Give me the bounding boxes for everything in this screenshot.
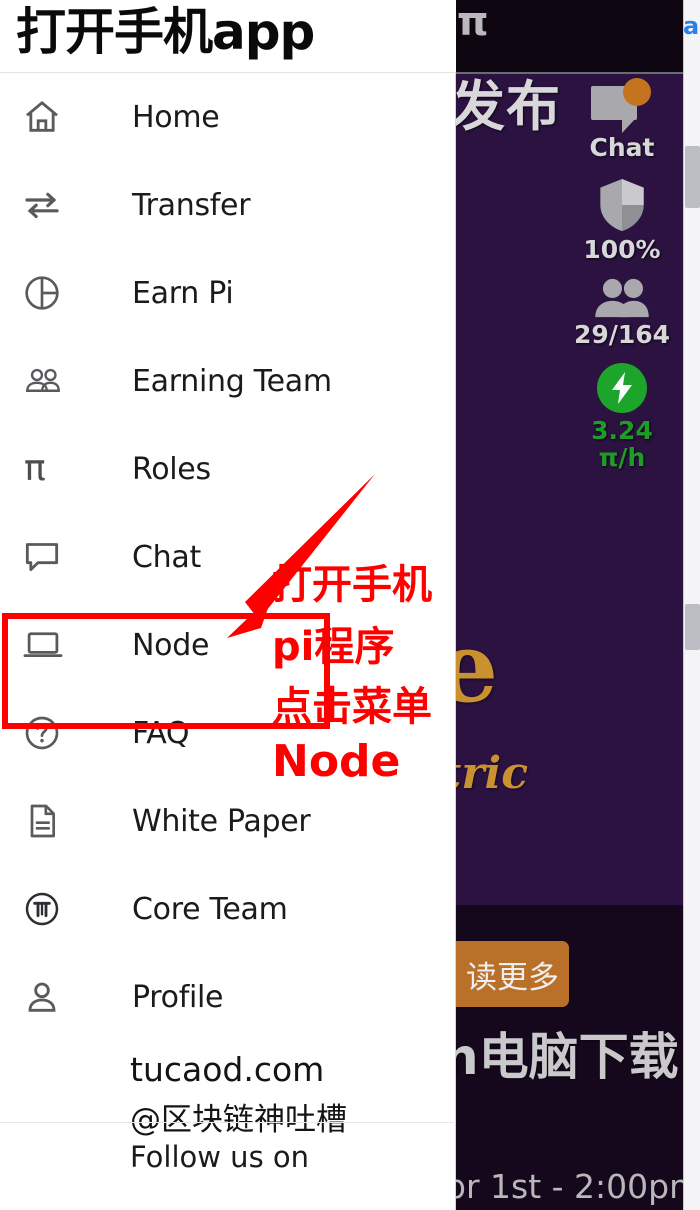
event-time-text: pr 1st - 2:00pm	[455, 1167, 683, 1206]
stat-chat-label: Chat	[589, 133, 655, 162]
sidebar-item-white-paper[interactable]: White Paper	[0, 777, 456, 865]
sidebar-item-transfer[interactable]: Transfer	[0, 161, 456, 249]
chat-bubble-icon	[22, 537, 80, 577]
watermark-handle: @区块链神吐槽	[130, 1102, 347, 1138]
pie-chart-icon	[22, 273, 80, 313]
follow-us-label: Follow us on	[130, 1140, 310, 1174]
stat-mining-rate[interactable]: 3.24 π/h	[567, 362, 677, 472]
annotation-line-1: 打开手机	[272, 562, 432, 608]
app-header-divider	[455, 72, 683, 74]
screenshot-canvas: π 发布 Chat 100% 29/164 3.24 π/h e ric 读更多…	[0, 0, 700, 1210]
shield-icon	[600, 178, 644, 231]
pi-symbol-icon: π	[22, 451, 80, 487]
drawer-header: 打开手机app	[0, 0, 456, 73]
sidebar-item-label: Chat	[132, 539, 201, 575]
pi-symbol-glyph: π	[24, 448, 46, 489]
browser-scrollbar-strip[interactable]: a	[683, 0, 700, 1210]
sidebar-item-label: White Paper	[132, 803, 311, 839]
app-stat-rail: Chat 100% 29/164 3.24 π/h	[567, 78, 677, 486]
notification-badge-dot	[623, 78, 651, 106]
sidebar-item-label: Home	[132, 99, 220, 135]
sidebar-item-earn-pi[interactable]: Earn Pi	[0, 249, 456, 337]
sidebar-item-core-team[interactable]: Core Team	[0, 865, 456, 953]
scrollbar-thumb[interactable]	[685, 146, 700, 208]
gold-subtitle-fragment: tric	[455, 748, 529, 799]
sidebar-item-label: Transfer	[132, 187, 251, 223]
sidebar-item-label: Roles	[132, 451, 211, 487]
watermark-site: tucaod.com	[130, 1050, 325, 1089]
app-headline: 发布	[455, 75, 561, 138]
annotation-line-2: pi程序	[272, 624, 395, 670]
lightning-bolt-icon	[597, 362, 647, 413]
stat-chat[interactable]: Chat	[567, 78, 677, 162]
chat-bubble-icon	[591, 78, 653, 133]
sidebar-item-earning-team[interactable]: Earning Team	[0, 337, 456, 425]
download-headline: n电脑下载	[455, 1028, 679, 1086]
home-icon	[22, 97, 80, 137]
people-group-icon	[22, 361, 80, 401]
browser-logo-icon: a	[683, 12, 700, 40]
stat-team-label: 29/164	[573, 320, 671, 349]
gold-wordmark-fragment: e	[455, 611, 499, 724]
sidebar-item-profile[interactable]: Profile	[0, 953, 456, 1041]
pi-app-panel: π 发布 Chat 100% 29/164 3.24 π/h e ric 读更多…	[455, 0, 683, 1210]
sidebar-item-label: Earning Team	[132, 363, 332, 399]
annotation-line-3: 点击菜单	[272, 684, 432, 730]
sidebar-item-label: Profile	[132, 979, 224, 1015]
pi-coin-icon	[22, 889, 80, 929]
document-icon	[22, 801, 80, 841]
app-topbar: π	[455, 0, 683, 72]
stat-team[interactable]: 29/164	[567, 277, 677, 349]
transfer-arrows-icon	[22, 185, 80, 225]
sidebar-item-home[interactable]: Home	[0, 73, 456, 161]
annotation-line-4: Node	[272, 736, 401, 787]
scrollbar-thumb[interactable]	[685, 604, 700, 650]
person-icon	[22, 977, 80, 1017]
stat-rate-unit: π/h	[598, 443, 646, 472]
sidebar-item-label: Earn Pi	[132, 275, 234, 311]
pi-symbol-icon: π	[457, 0, 489, 45]
sidebar-item-label: Core Team	[132, 891, 288, 927]
people-group-icon	[595, 278, 649, 318]
read-more-button[interactable]: 读更多	[455, 941, 569, 1007]
page-title: 打开手机app	[16, 3, 315, 61]
drawer-footer-divider	[0, 1122, 456, 1123]
stat-security-label: 100%	[583, 234, 661, 264]
stat-rate-value: 3.24	[591, 415, 653, 445]
stat-security[interactable]: 100%	[567, 176, 677, 264]
